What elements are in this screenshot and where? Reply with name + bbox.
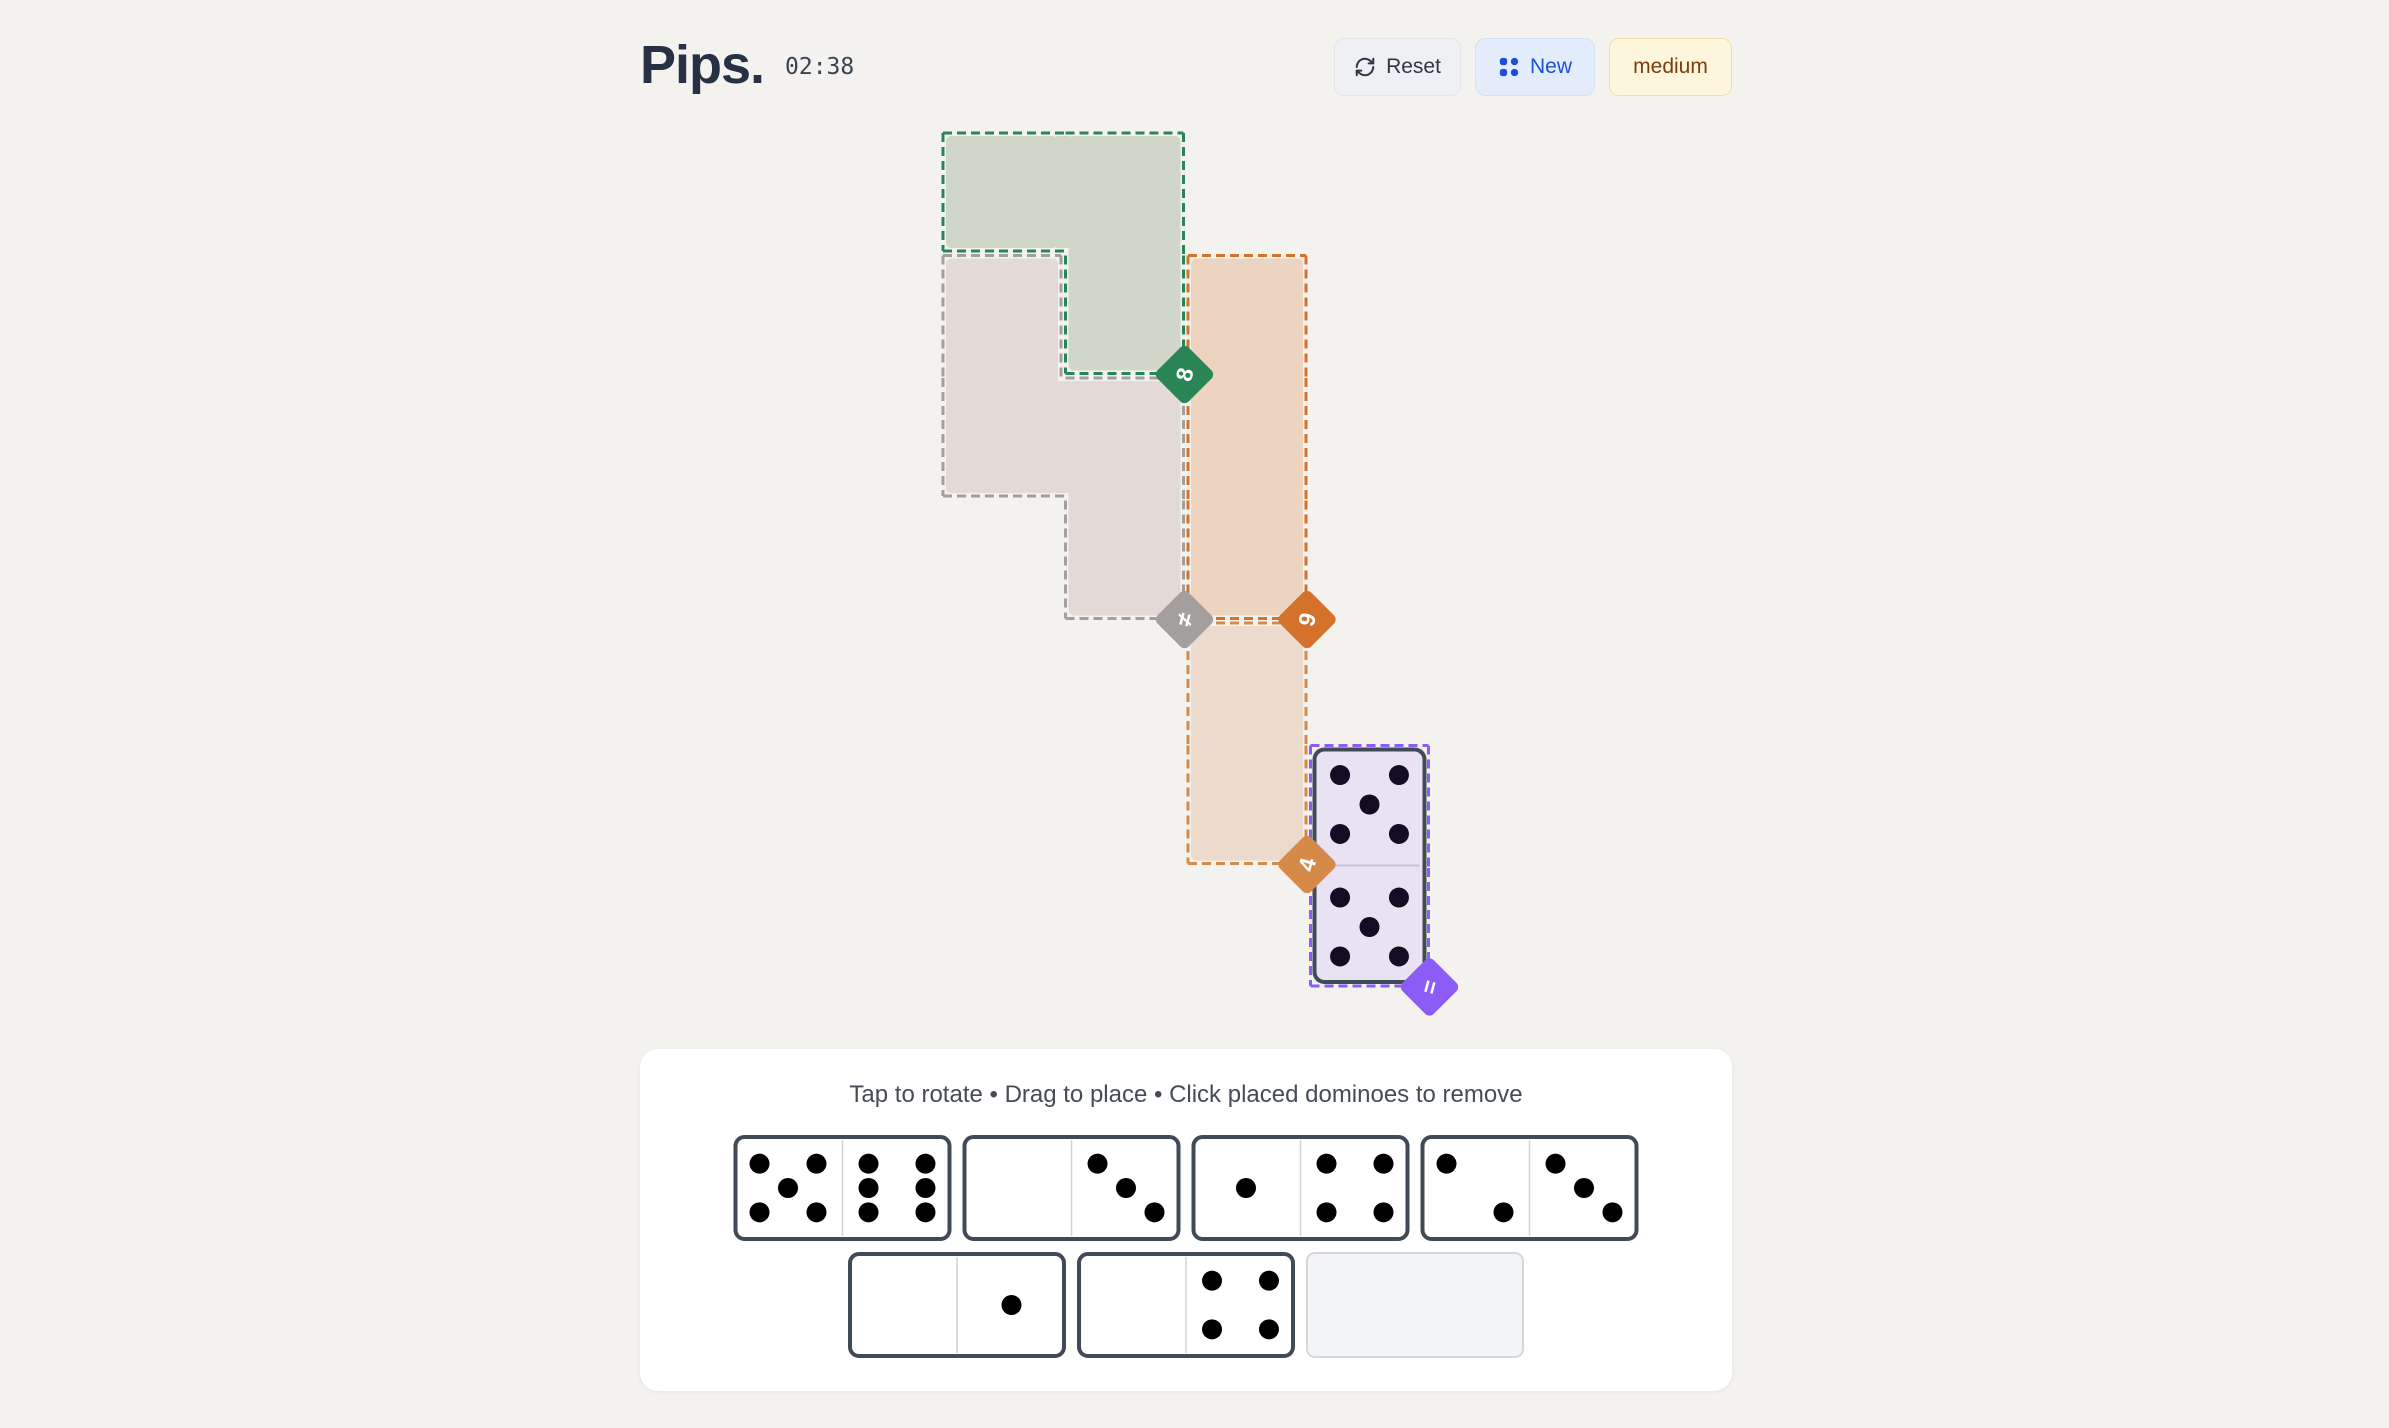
pip bbox=[1236, 1178, 1256, 1198]
pip bbox=[1116, 1178, 1136, 1198]
pip bbox=[749, 1153, 770, 1174]
pip bbox=[915, 1202, 936, 1223]
difficulty-button[interactable]: medium bbox=[1609, 38, 1732, 96]
board-cell-orange[interactable] bbox=[1191, 503, 1303, 616]
pip bbox=[1493, 1202, 1514, 1223]
pip bbox=[1001, 1295, 1022, 1315]
pip bbox=[1316, 1153, 1337, 1174]
pip bbox=[1316, 1202, 1337, 1223]
board-cell-green[interactable] bbox=[1068, 136, 1181, 248]
board-cell-gray[interactable] bbox=[1068, 381, 1181, 493]
pip bbox=[806, 1202, 827, 1223]
timer: 02:38 bbox=[785, 54, 855, 80]
pip bbox=[858, 1202, 879, 1223]
pip bbox=[806, 1153, 827, 1174]
board-cell-joint bbox=[1191, 491, 1303, 506]
tray-domino[interactable] bbox=[962, 1135, 1181, 1241]
pip bbox=[1373, 1202, 1394, 1223]
board-cell-joint bbox=[946, 368, 1058, 383]
grid-icon bbox=[1498, 56, 1520, 78]
reset-button[interactable]: Reset bbox=[1334, 38, 1461, 96]
board-cell-purple[interactable] bbox=[1313, 748, 1426, 861]
board-cells bbox=[946, 136, 1426, 983]
pip bbox=[1373, 1153, 1394, 1174]
pip bbox=[1144, 1202, 1165, 1223]
board-cell-joint bbox=[1191, 368, 1303, 383]
tray-domino[interactable] bbox=[1191, 1135, 1410, 1241]
pip bbox=[1574, 1178, 1594, 1198]
board-cell-tan[interactable] bbox=[1191, 748, 1303, 861]
difficulty-label: medium bbox=[1633, 55, 1708, 78]
board-cell-gray[interactable] bbox=[1068, 503, 1181, 616]
board-cell-joint bbox=[1056, 136, 1071, 248]
reset-label: Reset bbox=[1386, 55, 1441, 78]
board-cell-gray[interactable] bbox=[946, 381, 1058, 493]
new-game-button[interactable]: New bbox=[1475, 38, 1595, 96]
puzzle-board: 8 ≠ 9 4 = bbox=[640, 0, 1732, 1050]
board-cell-green[interactable] bbox=[1068, 258, 1181, 371]
board-cell-orange[interactable] bbox=[1191, 258, 1303, 371]
board-cell-purple[interactable] bbox=[1313, 871, 1426, 983]
pip bbox=[1202, 1270, 1223, 1291]
tray-domino[interactable] bbox=[848, 1252, 1066, 1358]
board-cell-tan[interactable] bbox=[1191, 626, 1303, 738]
new-label: New bbox=[1529, 55, 1572, 78]
pip bbox=[1087, 1153, 1108, 1174]
pip bbox=[915, 1153, 936, 1174]
empty-tray-slot bbox=[1306, 1252, 1524, 1358]
board-cell-joint bbox=[1191, 736, 1303, 751]
domino-tray: Tap to rotate • Drag to place • Click pl… bbox=[640, 1049, 1732, 1391]
tray-domino[interactable] bbox=[733, 1135, 952, 1241]
board-cell-green[interactable] bbox=[946, 136, 1058, 248]
board-cell-joint bbox=[1068, 246, 1181, 261]
board-cell-orange[interactable] bbox=[1191, 381, 1303, 493]
pip bbox=[1602, 1202, 1623, 1223]
pip bbox=[1258, 1319, 1279, 1340]
pip bbox=[1202, 1319, 1223, 1340]
board-canvas: 8≠ 94= bbox=[941, 131, 1459, 1016]
refresh-icon bbox=[1354, 56, 1376, 78]
pip bbox=[858, 1153, 879, 1174]
board-cell-joint bbox=[1313, 858, 1426, 873]
board-cell-joint bbox=[1068, 491, 1181, 506]
pip bbox=[1436, 1153, 1457, 1174]
pip bbox=[1258, 1270, 1279, 1291]
board-cell-gray[interactable] bbox=[946, 258, 1058, 371]
pip bbox=[915, 1178, 936, 1198]
pip bbox=[749, 1202, 770, 1223]
game-title: Pips. bbox=[640, 35, 765, 95]
pip bbox=[858, 1178, 879, 1198]
pip bbox=[778, 1178, 798, 1198]
tray-domino[interactable] bbox=[1077, 1252, 1295, 1358]
game-app: Pips. 02:38 Reset New medium 8 ≠ 9 4 = Tap t… bbox=[640, 0, 1732, 1428]
board-cell-joint bbox=[1056, 381, 1071, 493]
tray-canvas bbox=[733, 1135, 1639, 1358]
pip bbox=[1545, 1153, 1566, 1174]
tray-domino[interactable] bbox=[1420, 1135, 1639, 1241]
